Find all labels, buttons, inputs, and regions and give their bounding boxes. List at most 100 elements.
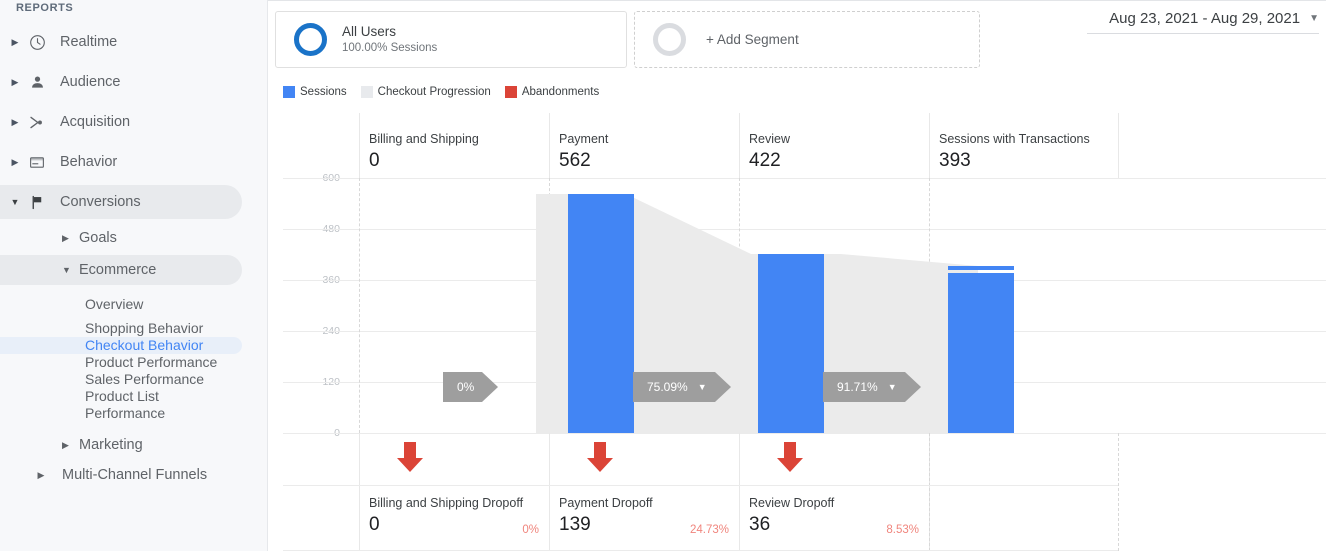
sidebar-label-shopping-behavior: Shopping Behavior [85, 320, 204, 336]
step-label: Review [749, 132, 790, 146]
dropoff-label: Payment Dropoff [559, 496, 653, 510]
dropoff-label: Billing and Shipping Dropoff [369, 496, 524, 510]
dropoff-row-divider [283, 485, 1118, 486]
dropoff-arrow-icon [587, 442, 613, 472]
chevron-down-icon[interactable]: ▼ [888, 382, 897, 392]
progression-badge-0[interactable]: 0% [443, 372, 499, 402]
step-header-billing-and-shipping: Billing and Shipping 0 [369, 130, 479, 174]
analytics-checkout-behavior-page: REPORTS ▶ Realtime ▶ Audience ▶ Acquisit… [0, 0, 1326, 551]
checkout-funnel-chart: 600 480 360 240 120 0 [283, 113, 1326, 551]
column-separator [739, 113, 740, 178]
person-icon [24, 71, 50, 93]
sidebar-item-checkout-behavior[interactable]: Checkout Behavior [0, 337, 267, 354]
sidebar-item-overview[interactable]: Overview [0, 296, 267, 313]
sidebar-item-product-list-performance[interactable]: Product List Performance [0, 388, 267, 422]
sidebar-label-product-performance: Product Performance [85, 354, 218, 370]
sidebar-label-multi-channel-funnels: Multi-Channel Funnels [62, 467, 208, 483]
sidebar-item-sales-performance[interactable]: Sales Performance [0, 371, 267, 388]
step-value: 562 [559, 150, 591, 171]
sidebar-label-overview: Overview [85, 296, 144, 312]
segment-title: All Users [342, 24, 397, 39]
step-header-sessions-with-transactions: Sessions with Transactions 393 [939, 130, 1090, 174]
column-separator [929, 113, 930, 178]
legend-label-sessions: Sessions [300, 86, 347, 98]
sidebar-label-audience: Audience [60, 74, 121, 90]
progression-badge-1[interactable]: 75.09% ▼ [633, 372, 731, 402]
expand-caret-icon[interactable]: ▶ [62, 440, 74, 450]
sidebar-item-conversions[interactable]: ▼ Conversions [0, 182, 267, 222]
progression-percent: 75.09% [647, 380, 688, 394]
expand-caret-icon[interactable]: ▶ [6, 117, 24, 127]
sidebar-item-goals[interactable]: ▶ Goals [0, 222, 267, 254]
progression-percent: 91.71% [837, 380, 878, 394]
dropoff-percent: 0% [522, 524, 539, 536]
column-separator [359, 433, 360, 551]
column-separator [549, 433, 550, 551]
add-segment-circle-icon [653, 23, 686, 56]
expand-caret-icon[interactable]: ▶ [6, 157, 24, 167]
legend-swatch-checkout-progression [360, 86, 373, 98]
segment-circle-icon [294, 23, 327, 56]
chevron-down-icon[interactable]: ▼ [1309, 13, 1319, 24]
behavior-icon [24, 151, 50, 173]
sidebar-label-checkout-behavior: Checkout Behavior [85, 337, 204, 353]
legend-item-checkout-progression: Checkout Progression [360, 86, 491, 98]
sidebar-item-audience[interactable]: ▶ Audience [0, 62, 267, 102]
step-label: Billing and Shipping [369, 132, 479, 146]
legend-item-abandonments: Abandonments [504, 86, 600, 98]
dropoff-label: Review Dropoff [749, 496, 835, 510]
expand-caret-icon[interactable]: ▶ [6, 77, 24, 87]
sidebar-item-product-performance[interactable]: Product Performance [0, 354, 267, 371]
progression-badge-2[interactable]: 91.71% ▼ [823, 372, 921, 402]
sidebar-item-shopping-behavior[interactable]: Shopping Behavior [0, 320, 267, 337]
primary-nav: ▶ Realtime ▶ Audience ▶ Acquisition ▶ Be… [0, 22, 267, 485]
step-header-payment: Payment 562 [559, 130, 608, 174]
flag-icon [24, 191, 50, 213]
acquisition-icon [24, 111, 50, 133]
column-guide [1118, 433, 1119, 551]
sidebar-item-multi-channel-funnels[interactable]: ▶ Multi-Channel Funnels [0, 466, 267, 485]
main-content: All Users 100.00% Sessions + Add Segment… [268, 0, 1326, 551]
date-range-picker[interactable]: Aug 23, 2021 - Aug 29, 2021 ▼ [1087, 10, 1319, 34]
column-separator [739, 433, 740, 551]
expand-caret-icon[interactable]: ▶ [62, 233, 74, 243]
sidebar-item-behavior[interactable]: ▶ Behavior [0, 142, 267, 182]
sidebar-item-marketing[interactable]: ▶ Marketing [0, 429, 267, 461]
bar-payment [568, 194, 634, 433]
dropoff-payment: Payment Dropoff 139 24.73% [559, 494, 739, 538]
chevron-down-icon[interactable]: ▼ [698, 382, 707, 392]
step-label: Payment [559, 132, 609, 146]
collapse-caret-icon[interactable]: ▼ [6, 197, 24, 207]
expand-caret-icon[interactable]: ▶ [32, 470, 50, 481]
collapse-caret-icon[interactable]: ▼ [62, 265, 74, 275]
expand-caret-icon[interactable]: ▶ [6, 37, 24, 47]
sidebar-label-realtime: Realtime [60, 34, 118, 50]
bar-review [758, 254, 824, 433]
left-sidebar: REPORTS ▶ Realtime ▶ Audience ▶ Acquisit… [0, 0, 268, 551]
segment-all-users[interactable]: All Users 100.00% Sessions [275, 11, 627, 68]
sidebar-label-acquisition: Acquisition [60, 114, 131, 130]
bar-sessions-with-transactions [948, 273, 1014, 433]
sidebar-item-realtime[interactable]: ▶ Realtime [0, 22, 267, 62]
sidebar-label-marketing: Marketing [79, 437, 143, 453]
legend-swatch-sessions [283, 86, 295, 98]
sidebar-item-acquisition[interactable]: ▶ Acquisition [0, 102, 267, 142]
column-separator [1118, 113, 1119, 178]
column-separator [549, 113, 550, 178]
segment-subtitle: 100.00% Sessions [342, 42, 438, 54]
progression-percent: 0% [457, 380, 475, 394]
plot-area: Billing and Shipping 0 Payment 562 Revie… [283, 113, 1326, 551]
sidebar-label-conversions: Conversions [60, 194, 141, 210]
sidebar-label-product-list-performance: Product List Performance [85, 388, 166, 421]
legend-label-checkout-progression: Checkout Progression [377, 86, 491, 98]
sidebar-item-ecommerce[interactable]: ▼ Ecommerce [0, 254, 267, 286]
top-divider [268, 0, 1326, 1]
dropoff-arrow-icon [777, 442, 803, 472]
legend-swatch-abandonments [504, 86, 517, 98]
bar-sessions-with-transactions-cap [948, 266, 1014, 270]
add-segment-button[interactable]: + Add Segment [634, 11, 980, 68]
dropoff-billing-and-shipping: Billing and Shipping Dropoff 0 0% [369, 494, 549, 538]
step-value: 393 [939, 150, 971, 171]
legend-label-abandonments: Abandonments [521, 86, 600, 98]
sidebar-label-goals: Goals [79, 230, 117, 246]
